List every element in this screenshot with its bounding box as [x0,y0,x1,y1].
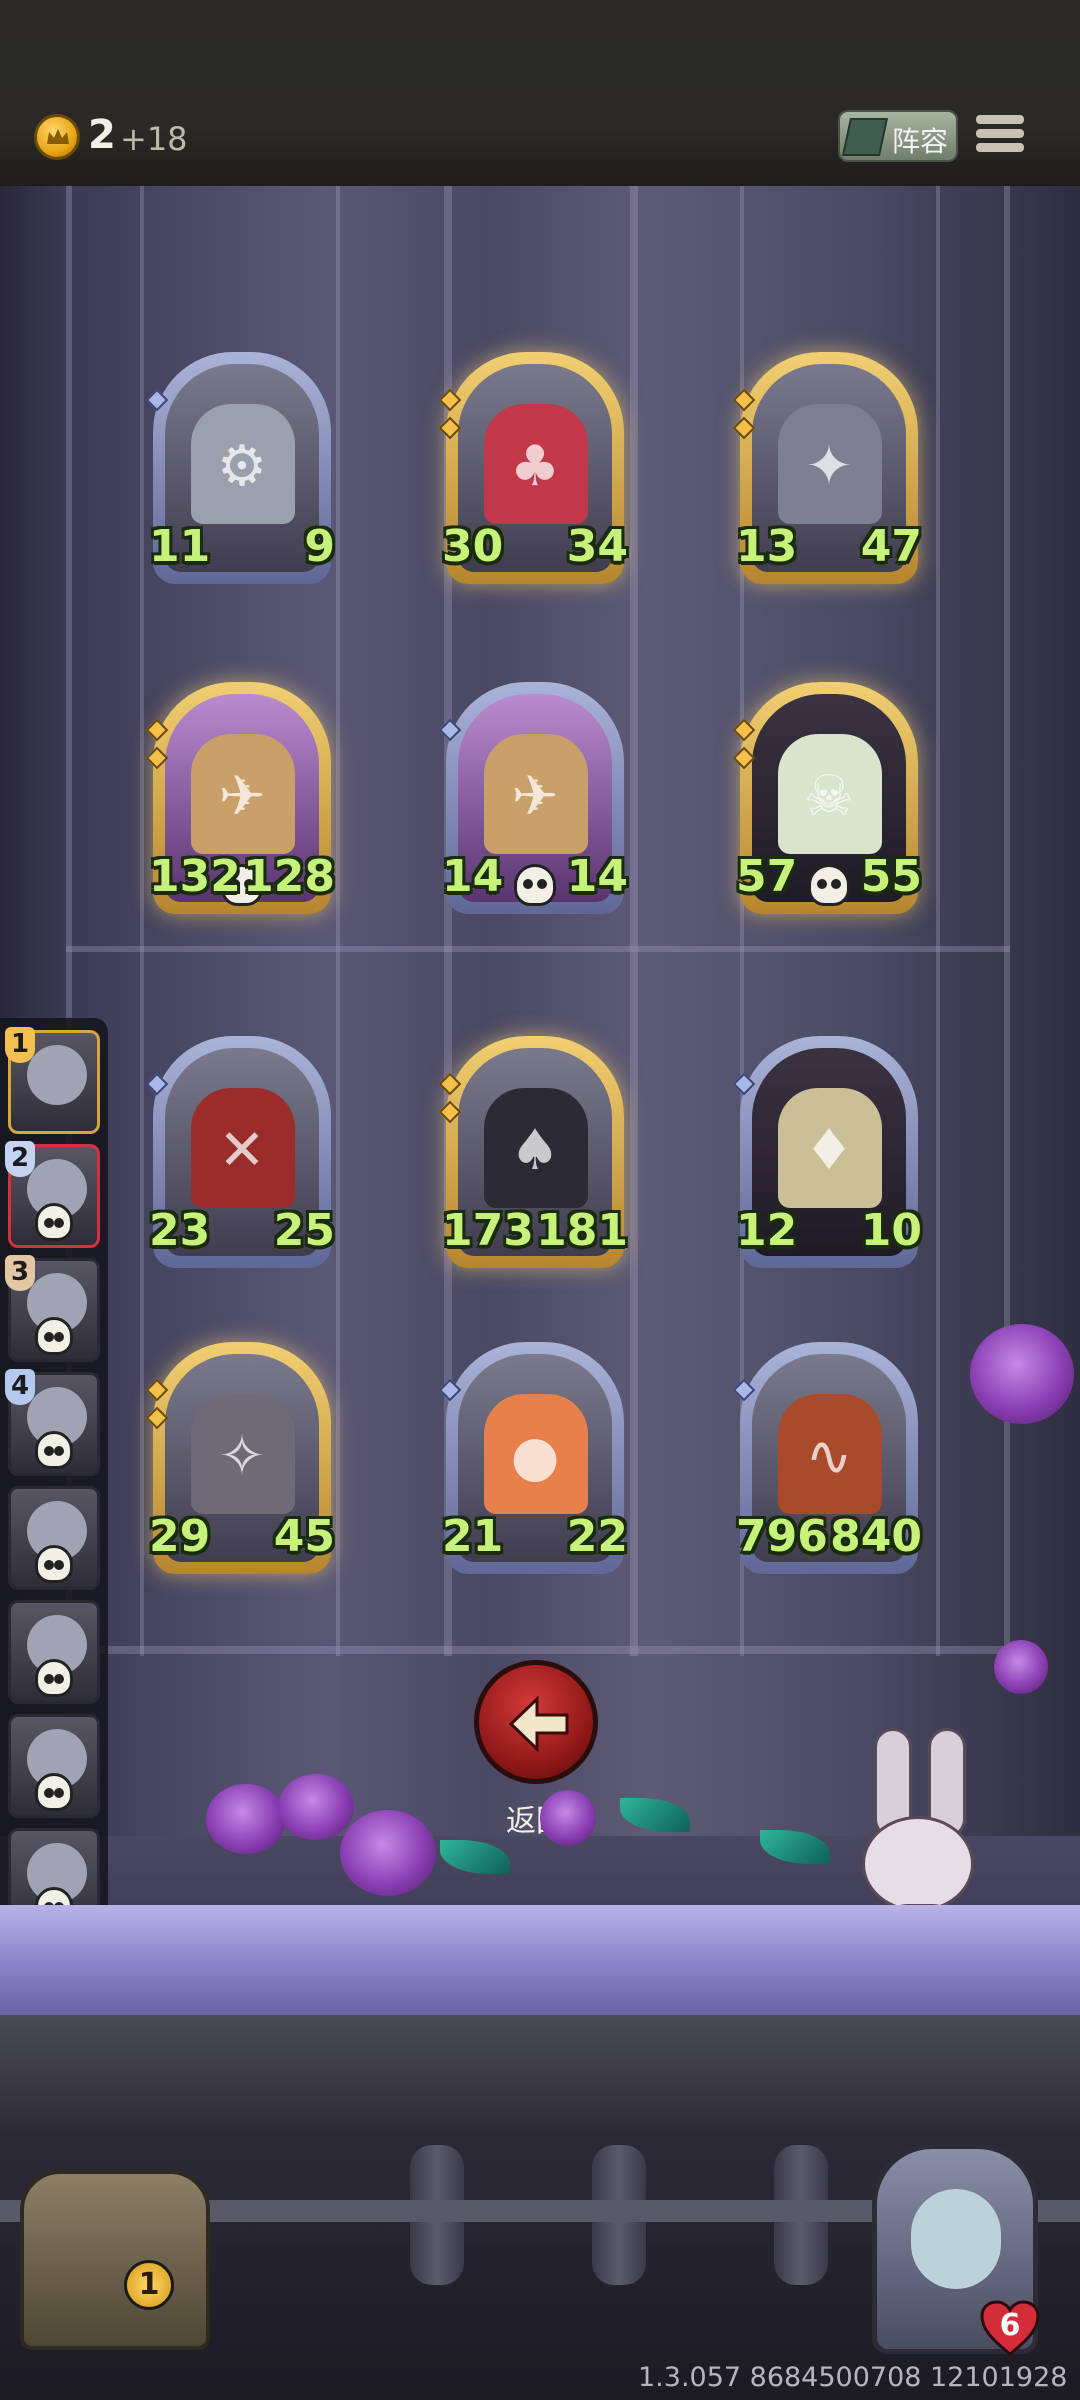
gold-amount: 2 [88,112,116,158]
tier-pips [438,388,464,448]
tier-pips [438,718,464,750]
skull-icon [35,1317,73,1355]
skull-icon [514,864,556,906]
attack-value: 30 [442,521,504,572]
health-value: 9 [304,521,335,572]
rose-decoration [278,1774,354,1840]
shelf [0,1905,1080,2015]
health-value: 10 [860,1205,922,1256]
back-button[interactable] [474,1660,598,1784]
opponent-slot[interactable] [8,1600,100,1704]
attack-value: 12 [736,1205,798,1256]
version-text: 1.3.057 8684500708 12101928 [638,2362,1068,2393]
minion-card-serpent[interactable]: ∿ 796 840 [732,1342,922,1574]
minion-card-airship[interactable]: ✈ 132 128 [145,682,335,914]
shelf-base [0,2015,1080,2135]
lineup-label: 阵容 [892,125,949,158]
health-value: 22 [566,1511,628,1562]
attack-value: 14 [442,851,504,902]
minion-card-assassin[interactable]: ✕ 23 25 [145,1036,335,1268]
rose-decoration [340,1810,436,1896]
tier-pips [145,718,171,778]
skull-icon [35,1659,73,1697]
health-value: 34 [566,521,628,572]
minion-card-rat[interactable]: ✦ 13 47 [732,352,922,584]
minion-card-dragon[interactable]: ✧ 29 45 [145,1342,335,1574]
rose-decoration [994,1640,1048,1694]
rank-badge: 4 [5,1369,35,1405]
chest-icon[interactable] [20,2170,210,2350]
opponent-list: 1 2 3 4 [0,1018,108,1948]
rank-badge: 3 [5,1255,35,1291]
rose-decoration [206,1784,286,1854]
health-value: 45 [273,1511,335,1562]
heart-icon: 6 [980,2300,1040,2356]
avatar [27,1045,87,1105]
skull-icon [35,1545,73,1583]
health-value: 128 [243,851,335,902]
tier-pips [145,388,171,420]
skull-icon [808,864,850,906]
health-value: 55 [860,851,922,902]
health-value: 181 [536,1205,628,1256]
tier-pips [438,1072,464,1132]
gold-coin-icon [34,114,80,160]
health-value: 14 [566,851,628,902]
skull-icon [35,1203,73,1241]
minion-card-clown[interactable]: ● 21 22 [438,1342,628,1574]
opponent-slot[interactable]: 4 [5,1369,100,1476]
minion-card-magician[interactable]: ♠ 173 181 [438,1036,628,1268]
player-health: 6 [999,2308,1021,2343]
attack-value: 11 [149,521,211,572]
tier-pips [145,1378,171,1438]
minion-card-skull-demon[interactable]: ☠ 57 55 [732,682,922,914]
tier-pips [145,1072,171,1104]
tier-pips [438,1378,464,1410]
opponent-slot[interactable]: 1 [5,1027,100,1134]
health-value: 47 [860,521,922,572]
tier-pips [732,388,758,448]
minion-card-airship[interactable]: ✈ 14 14 [438,682,628,914]
attack-value: 57 [736,851,798,902]
skull-icon [35,1773,73,1811]
attack-value: 796 [736,1511,828,1562]
opponent-slot[interactable]: 2 [5,1141,100,1248]
minion-card-jester[interactable]: ♣ 30 34 [438,352,628,584]
minion-card-knight[interactable]: ♦ 12 10 [732,1036,922,1268]
attack-value: 23 [149,1205,211,1256]
attack-value: 173 [442,1205,534,1256]
attack-value: 29 [149,1511,211,1562]
tier-pips [732,718,758,778]
tier-pips [732,1072,758,1104]
arrow-left-icon [508,1695,569,1753]
opponent-slot[interactable] [8,1714,100,1818]
menu-icon[interactable] [976,112,1024,160]
opponent-slot[interactable]: 3 [5,1255,100,1362]
attack-value: 13 [736,521,798,572]
rank-badge: 2 [5,1141,35,1177]
health-value: 840 [830,1511,922,1562]
attack-value: 21 [442,1511,504,1562]
rose-decoration [970,1324,1074,1424]
health-value: 25 [273,1205,335,1256]
skull-icon [35,1431,73,1469]
book-icon [841,118,889,156]
gold-income: +18 [120,120,188,158]
rose-decoration [540,1790,596,1846]
rank-badge: 1 [5,1027,35,1063]
chest-count-badge: 1 [124,2260,174,2310]
lineup-button[interactable]: 阵容 [838,110,958,162]
opponent-slot[interactable] [8,1486,100,1590]
attack-value: 132 [149,851,241,902]
tier-pips [732,1378,758,1410]
top-bar: 2 +18 阵容 [0,0,1080,186]
minion-card-robot[interactable]: ⚙ 11 9 [145,352,335,584]
